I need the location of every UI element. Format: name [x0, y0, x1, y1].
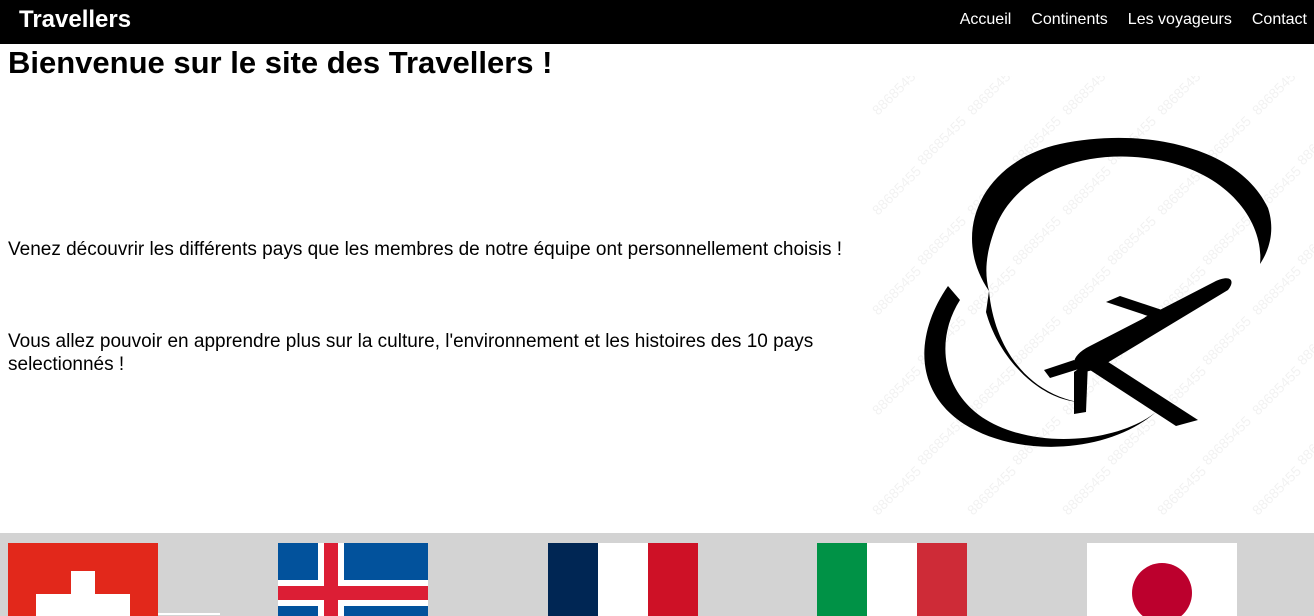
watermark-text: 88685455 — [1249, 463, 1305, 519]
watermark-text: 88685455 — [1199, 213, 1255, 269]
flags-bar — [0, 533, 1314, 616]
flag-italy-icon[interactable] — [817, 543, 967, 616]
flag-switzerland-icon[interactable] — [8, 543, 158, 616]
watermark-text: 88685455 — [1009, 313, 1065, 369]
nav-links: Accueil Continents Les voyageurs Contact — [960, 10, 1307, 29]
watermark-text: 88685455 — [1104, 213, 1160, 269]
watermark-text: 88685455 — [1059, 76, 1115, 118]
watermark-text: 88685455 — [964, 76, 1020, 118]
watermark-text: 88685455 — [1199, 413, 1255, 469]
watermark-text: 88685455 — [1009, 213, 1065, 269]
watermark-text: 88685455 — [1249, 263, 1305, 319]
nav-link-voyageurs[interactable]: Les voyageurs — [1128, 10, 1232, 29]
watermark-text: 88685455 — [914, 213, 970, 269]
watermark-text: 88685455 — [1059, 163, 1115, 219]
watermark-text: 88685455 — [1249, 363, 1305, 419]
watermark-text: 88685455 — [1154, 463, 1210, 519]
watermark-text: 88685455 — [1104, 413, 1160, 469]
hero-image: 88685455 88685455 88685455 88685455 88685455… — [868, 63, 1314, 532]
flag-france-icon[interactable] — [548, 543, 698, 616]
nav-link-contact[interactable]: Contact — [1252, 10, 1307, 29]
flag-iceland-icon[interactable] — [278, 543, 428, 616]
intro-paragraph-2: Vous allez pouvoir en apprendre plus sur… — [8, 331, 814, 375]
watermark-text: 88685455 — [869, 363, 925, 419]
navbar: Travellers Accueil Continents Les voyage… — [0, 0, 1314, 44]
watermark-text: 88685455 — [869, 263, 925, 319]
brand-link[interactable]: Travellers — [19, 6, 131, 34]
flag-japan-icon[interactable] — [1087, 543, 1237, 616]
airplane-globe-icon: 88685455 88685455 88685455 88685455 88685455… — [869, 63, 1314, 519]
watermark-text: 88685455 — [869, 463, 925, 519]
watermark-text: 88685455 — [1294, 413, 1314, 469]
intro-paragraph-1: Venez découvrir les différents pays que … — [8, 239, 843, 260]
flag-divider — [158, 613, 220, 615]
nav-link-accueil[interactable]: Accueil — [960, 10, 1012, 29]
watermark-text: 88685455 — [869, 76, 925, 118]
watermark-text: 88685455 — [1249, 76, 1305, 118]
watermark-text: 88685455 — [1199, 313, 1255, 369]
watermark-text: 88685455 — [1059, 463, 1115, 519]
watermark-text: 88685455 — [1294, 313, 1314, 369]
watermark-text: 88685455 — [1059, 263, 1115, 319]
watermark-text: 88685455 — [1154, 76, 1210, 118]
watermark-text: 88685455 — [1294, 213, 1314, 269]
page-title: Bienvenue sur le site des Travellers ! — [8, 45, 553, 80]
nav-link-continents[interactable]: Continents — [1031, 10, 1108, 29]
watermark-text: 88685455 — [964, 463, 1020, 519]
watermark-text: 88685455 — [914, 113, 970, 169]
watermark-text: 88685455 — [869, 163, 925, 219]
watermark-text: 88685455 — [1294, 113, 1314, 169]
